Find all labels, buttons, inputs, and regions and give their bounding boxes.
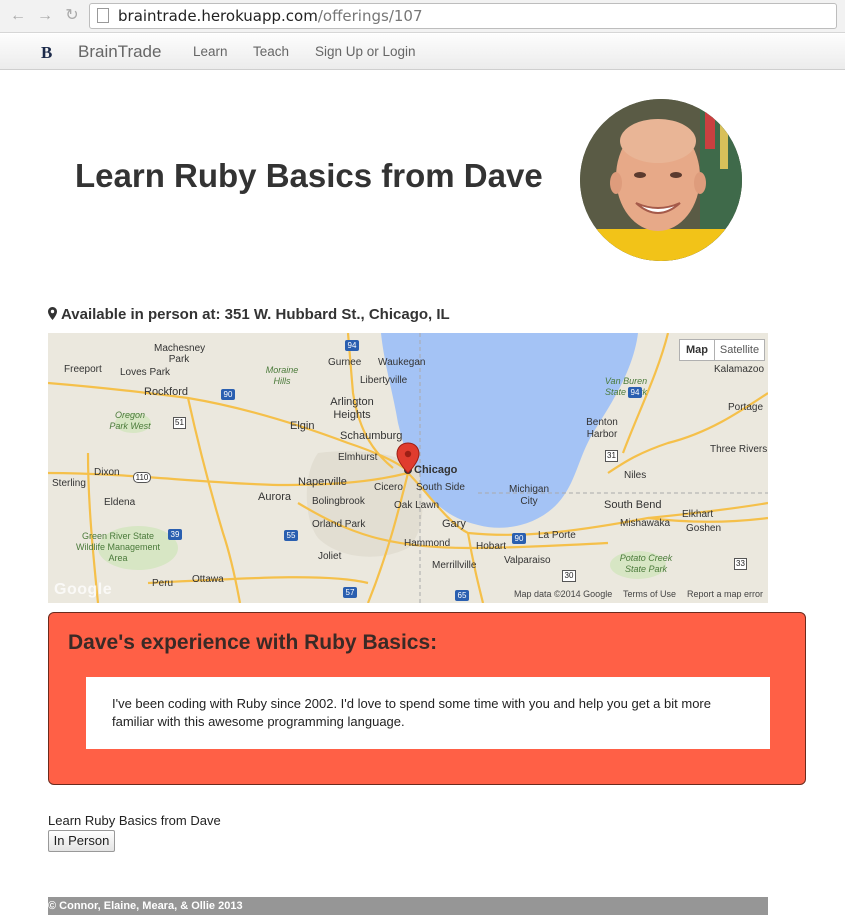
google-logo[interactable]: Google [54, 581, 112, 599]
reload-icon: ↻ [65, 7, 79, 24]
location-line: Available in person at: 351 W. Hubbard S… [48, 306, 450, 323]
address-bar[interactable]: braintrade.herokuapp.com/offerings/107 [89, 3, 837, 29]
in-person-button[interactable]: In Person [48, 830, 115, 852]
url-path: /offerings/107 [317, 7, 423, 25]
braintrade-logo-icon[interactable]: B [41, 44, 55, 62]
highway-shield: 65 [455, 590, 469, 601]
nav-teach[interactable]: Teach [253, 44, 289, 59]
experience-heading: Dave's experience with Ruby Basics: [68, 631, 438, 654]
terms-of-use-link[interactable]: Terms of Use [623, 589, 676, 599]
back-button[interactable]: ← [8, 6, 28, 26]
experience-panel: Dave's experience with Ruby Basics: I've… [48, 612, 806, 785]
highway-shield: 30 [562, 570, 576, 582]
page-icon [97, 8, 109, 23]
map-shields: 94 90 51 110 39 55 57 65 30 90 94 31 33 [48, 333, 768, 603]
highway-shield: 90 [512, 533, 526, 544]
highway-shield: 55 [284, 530, 298, 541]
offering-form-label: Learn Ruby Basics from Dave [48, 813, 221, 828]
highway-shield: 51 [173, 417, 186, 429]
highway-shield: 90 [221, 389, 235, 400]
page-footer: © Connor, Elaine, Meara, & Ollie 2013 [48, 897, 768, 915]
experience-body: I've been coding with Ruby since 2002. I… [86, 677, 770, 749]
map-data-attribution: Map data ©2014 Google [514, 589, 613, 599]
nav-signup-login[interactable]: Sign Up or Login [315, 44, 416, 59]
brand-link[interactable]: BrainTrade [78, 42, 161, 62]
satellite-view-button[interactable]: Satellite [714, 339, 765, 361]
highway-shield: 110 [133, 472, 151, 483]
highway-shield: 57 [343, 587, 357, 598]
url-text: braintrade.herokuapp.com/offerings/107 [118, 7, 423, 25]
highway-shield: 33 [734, 558, 747, 570]
site-navbar: B BrainTrade Learn Teach Sign Up or Logi… [0, 34, 845, 70]
url-host: braintrade.herokuapp.com [118, 7, 318, 25]
map-marker-icon [48, 307, 57, 320]
arrow-right-icon: → [37, 7, 53, 24]
report-map-error-link[interactable]: Report a map error [687, 589, 763, 599]
browser-toolbar: ← → ↻ braintrade.herokuapp.com/offerings… [0, 0, 845, 33]
location-map[interactable]: Machesney Park Freeport Loves Park Rockf… [48, 333, 768, 603]
highway-shield: 31 [605, 450, 618, 462]
page-title: Learn Ruby Basics from Dave [75, 157, 543, 194]
map-view-button[interactable]: Map [679, 339, 715, 361]
teacher-avatar [580, 99, 742, 261]
nav-learn[interactable]: Learn [193, 44, 228, 59]
location-text: Available in person at: 351 W. Hubbard S… [61, 306, 450, 323]
forward-button[interactable]: → [35, 6, 55, 26]
highway-shield: 39 [168, 529, 182, 540]
reload-button[interactable]: ↻ [62, 6, 82, 26]
teacher-photo [580, 99, 742, 261]
highway-shield: 94 [628, 387, 642, 398]
highway-shield: 94 [345, 340, 359, 351]
arrow-left-icon: ← [10, 7, 26, 24]
